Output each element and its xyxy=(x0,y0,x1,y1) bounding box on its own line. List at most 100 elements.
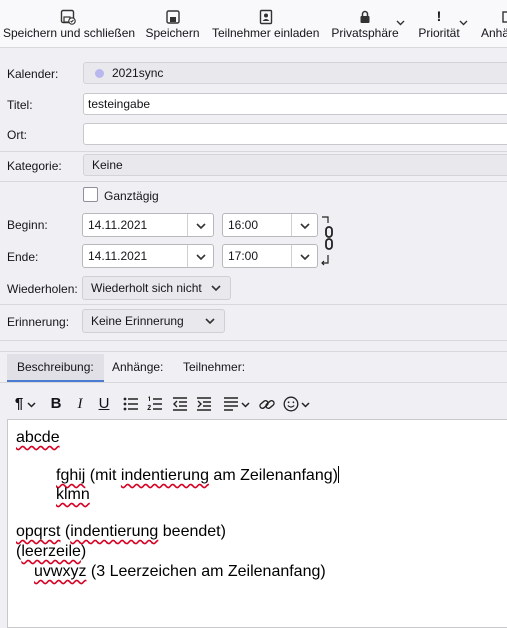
editor-line: klmn xyxy=(56,486,90,504)
calendar-select[interactable]: 2021sync xyxy=(83,62,507,84)
attachment-icon xyxy=(481,6,507,26)
indent-icon[interactable] xyxy=(196,393,212,415)
timezone-link-icon[interactable] xyxy=(320,215,334,270)
title-label: Titel: xyxy=(7,98,33,112)
editor-line: opqrst (indentierung beendet) xyxy=(16,523,226,541)
repeat-dropdown[interactable]: Wiederholt sich nicht xyxy=(82,276,231,300)
editor-line: uvwxyz (3 Leerzeichen am Zeilenanfang) xyxy=(34,563,326,581)
paragraph-format-icon[interactable]: ¶ xyxy=(11,393,27,415)
chevron-down-icon[interactable] xyxy=(241,402,250,408)
end-time-picker[interactable]: 17:00 xyxy=(222,244,318,268)
spellcheck-word: fghij xyxy=(56,467,86,484)
chevron-down-icon[interactable] xyxy=(27,402,36,408)
chevron-down-icon xyxy=(211,285,221,291)
category-select[interactable]: Keine xyxy=(83,154,507,176)
separator xyxy=(0,340,507,341)
separator xyxy=(0,304,507,305)
chevron-down-icon[interactable] xyxy=(291,214,317,236)
link-icon[interactable] xyxy=(258,393,276,415)
allday-checkbox[interactable] xyxy=(83,187,98,202)
priority-label: Priorität xyxy=(418,26,460,40)
category-label: Kategorie: xyxy=(7,159,62,173)
reminder-value: Keine Erinnerung xyxy=(91,314,184,328)
attachments-button[interactable]: Anhä xyxy=(481,4,507,44)
reminder-dropdown[interactable]: Keine Erinnerung xyxy=(82,309,225,333)
editor-text: am Zeilenanfang) xyxy=(208,467,338,484)
calendar-color-dot xyxy=(95,69,104,78)
tab-attendees[interactable]: Teilnehmer: xyxy=(173,354,255,382)
editor-line: fghij (mit indentierung am Zeilenanfang) xyxy=(56,466,339,485)
repeat-label: Wiederholen: xyxy=(7,282,78,296)
spellcheck-word: leerzeile xyxy=(21,543,81,560)
editor-text: ) xyxy=(80,543,87,560)
underline-button[interactable]: U xyxy=(97,393,111,415)
bold-button[interactable]: B xyxy=(49,393,63,415)
spellcheck-word: opqrst xyxy=(16,523,61,540)
editor-text: (mit xyxy=(85,467,121,484)
separator xyxy=(0,151,507,152)
separator xyxy=(0,181,507,182)
spellcheck-word: klmn xyxy=(56,486,90,503)
save-close-icon xyxy=(3,6,133,26)
start-date-picker[interactable]: 14.11.2021 xyxy=(82,213,214,237)
start-label: Beginn: xyxy=(7,218,48,232)
save-and-close-label: Speichern und schließen xyxy=(3,26,136,40)
text-cursor xyxy=(337,466,339,483)
align-icon[interactable] xyxy=(223,393,239,415)
start-time-value: 16:00 xyxy=(228,218,259,232)
lock-icon xyxy=(331,6,399,26)
editor-line: (leerzeile) xyxy=(16,543,86,561)
spellcheck-word: indentierung xyxy=(70,523,159,540)
invite-attendees-label: Teilnehmer einladen xyxy=(212,26,320,40)
save-and-close-button[interactable]: Speichern und schließen xyxy=(3,4,136,44)
exclamation-icon: ! xyxy=(436,8,442,24)
save-button[interactable]: Speichern xyxy=(145,4,200,44)
calendar-value: 2021sync xyxy=(112,66,164,80)
chevron-down-icon[interactable] xyxy=(301,402,310,408)
priority-button[interactable]: ! Priorität xyxy=(417,4,461,44)
invite-attendees-button[interactable]: Teilnehmer einladen xyxy=(212,4,319,44)
privacy-button[interactable]: Privatsphäre xyxy=(331,4,399,44)
italic-button[interactable]: I xyxy=(73,393,87,415)
reminder-label: Erinnerung: xyxy=(7,315,70,329)
spellcheck-word: abcde xyxy=(16,429,60,446)
chevron-down-icon[interactable] xyxy=(187,245,213,267)
priority-dropdown-chevron-icon[interactable] xyxy=(459,18,468,29)
editor-line: abcde xyxy=(16,429,60,447)
editor-text: beendet) xyxy=(158,523,226,540)
repeat-value: Wiederholt sich nicht xyxy=(91,281,202,295)
end-time-value: 17:00 xyxy=(228,249,259,263)
emoji-icon[interactable] xyxy=(282,393,300,415)
allday-label: Ganztägig xyxy=(104,189,159,203)
event-toolbar: Speichern und schließen Speichern Teilne… xyxy=(0,0,507,48)
separator xyxy=(0,351,507,352)
separator xyxy=(0,382,507,383)
location-label: Ort: xyxy=(7,128,27,142)
start-date-value: 14.11.2021 xyxy=(88,218,148,232)
outdent-icon[interactable] xyxy=(172,393,188,415)
calendar-label: Kalender: xyxy=(7,67,59,81)
privacy-dropdown-chevron-icon[interactable] xyxy=(396,18,405,29)
editor-text: (3 Leerzeichen am Zeilenanfang) xyxy=(86,563,326,580)
spellcheck-word: uvwxyz xyxy=(34,563,87,580)
save-label: Speichern xyxy=(145,26,200,40)
chevron-down-icon[interactable] xyxy=(187,214,213,236)
description-editor[interactable]: abcde fghij (mit indentierung am Zeilena… xyxy=(7,419,507,628)
chevron-down-icon xyxy=(205,318,215,324)
spellcheck-word: indentierung xyxy=(120,467,209,484)
attachments-label: Anhä xyxy=(481,26,507,40)
start-time-picker[interactable]: 16:00 xyxy=(222,213,318,237)
editor-text: ( xyxy=(60,523,71,540)
end-date-picker[interactable]: 14.11.2021 xyxy=(82,244,214,268)
title-input[interactable]: testeingabe xyxy=(83,93,507,115)
privacy-label: Privatsphäre xyxy=(331,26,399,40)
location-input[interactable] xyxy=(83,123,507,145)
end-date-value: 14.11.2021 xyxy=(88,249,148,263)
tab-description[interactable]: Beschreibung: xyxy=(7,354,104,382)
save-icon xyxy=(145,6,200,26)
tab-attachments[interactable]: Anhänge: xyxy=(102,354,173,382)
address-book-icon xyxy=(212,6,319,26)
bullet-list-icon[interactable] xyxy=(123,393,139,415)
numbered-list-icon[interactable] xyxy=(147,393,163,415)
chevron-down-icon[interactable] xyxy=(291,245,317,267)
